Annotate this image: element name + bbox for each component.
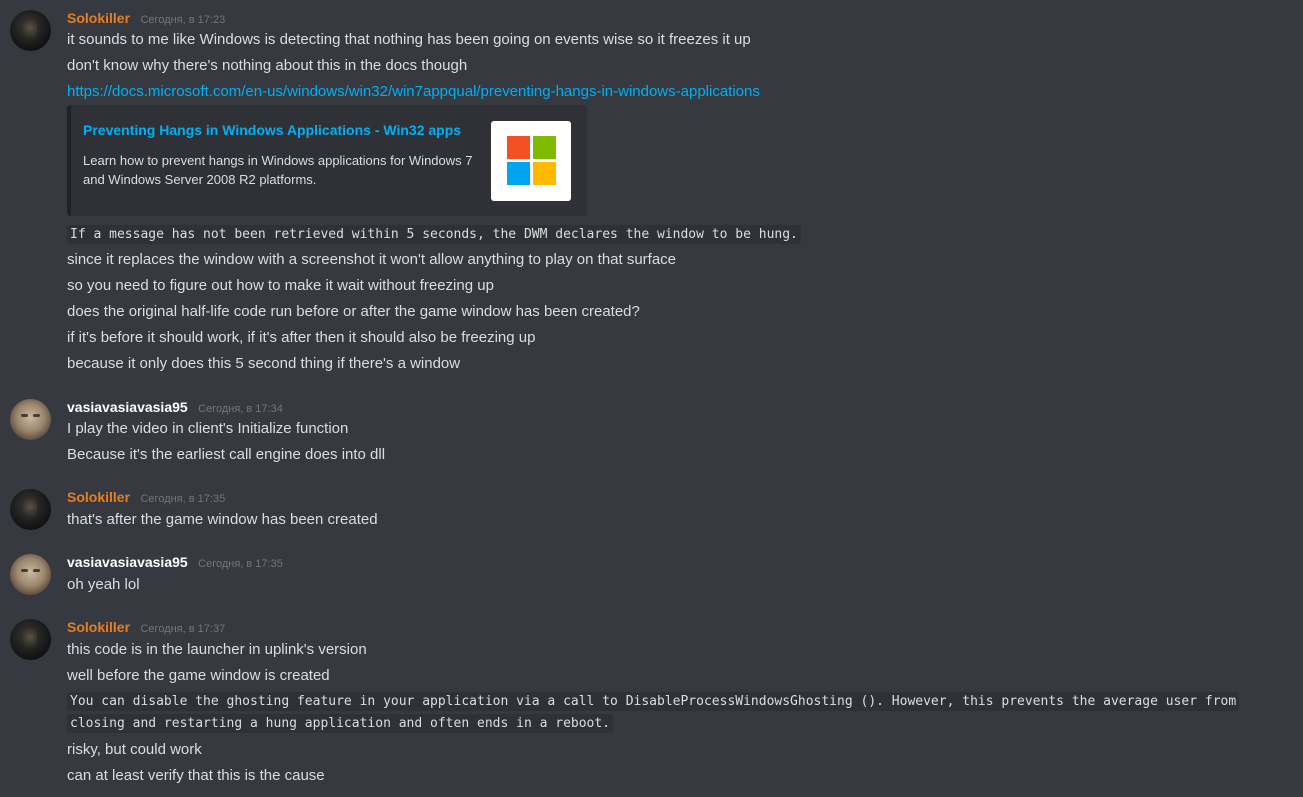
message-text: because it only does this 5 second thing…	[67, 355, 461, 372]
user-avatar[interactable]	[10, 10, 51, 51]
user-avatar[interactable]	[10, 399, 51, 440]
message-header: vasiavasiavasia95 Сегодня, в 17:35	[67, 554, 283, 574]
timestamp: Сегодня, в 17:34	[198, 403, 283, 415]
inline-code-block: You can disable the ghosting feature in …	[67, 691, 1282, 735]
timestamp: Сегодня, в 17:35	[198, 558, 283, 570]
user-avatar[interactable]	[10, 489, 51, 530]
username[interactable]: Solokiller	[67, 10, 130, 26]
message-header: vasiavasiavasia95 Сегодня, в 17:34	[67, 399, 283, 419]
message-text: does the original half-life code run bef…	[67, 303, 640, 320]
message-text: I play the video in client's Initialize …	[67, 420, 349, 437]
message-header: Solokiller Сегодня, в 17:35	[67, 489, 225, 509]
microsoft-logo-icon	[507, 136, 557, 186]
message-text: can at least verify that this is the cau…	[67, 767, 325, 784]
message-text: risky, but could work	[67, 741, 202, 758]
user-avatar[interactable]	[10, 554, 51, 595]
message-text: this code is in the launcher in uplink's…	[67, 641, 367, 658]
message-link[interactable]: https://docs.microsoft.com/en-us/windows…	[67, 82, 760, 102]
message-text: Because it's the earliest call engine do…	[67, 446, 386, 463]
username[interactable]: Solokiller	[67, 619, 130, 635]
username[interactable]: vasiavasiavasia95	[67, 554, 188, 570]
message-text: that's after the game window has been cr…	[67, 511, 378, 528]
embed-description: Learn how to prevent hangs in Windows ap…	[83, 153, 473, 187]
username[interactable]: vasiavasiavasia95	[67, 399, 188, 415]
message-text: since it replaces the window with a scre…	[67, 251, 677, 268]
message-text: it sounds to me like Windows is detectin…	[67, 31, 751, 48]
username[interactable]: Solokiller	[67, 489, 130, 505]
inline-code: If a message has not been retrieved with…	[67, 225, 801, 244]
embed-thumbnail[interactable]	[491, 121, 571, 201]
message-text: so you need to figure out how to make it…	[67, 277, 494, 294]
link-embed: Preventing Hangs in Windows Applications…	[67, 105, 587, 216]
timestamp: Сегодня, в 17:37	[140, 623, 226, 635]
message-text: oh yeah lol	[67, 576, 140, 593]
message-text: don't know why there's nothing about thi…	[67, 57, 468, 74]
message-header: Solokiller Сегодня, в 17:37	[67, 619, 225, 639]
message-header: Solokiller Сегодня, в 17:23	[67, 10, 225, 30]
embed-title[interactable]: Preventing Hangs in Windows Applications…	[83, 122, 461, 138]
user-avatar[interactable]	[10, 619, 51, 660]
timestamp: Сегодня, в 17:23	[140, 14, 226, 26]
inline-code-line: If a message has not been retrieved with…	[67, 224, 801, 245]
message-text: well before the game window is created	[67, 667, 330, 684]
inline-code: You can disable the ghosting feature in …	[67, 692, 1240, 733]
message-text: if it's before it should work, if it's a…	[67, 329, 536, 346]
timestamp: Сегодня, в 17:35	[140, 493, 226, 505]
